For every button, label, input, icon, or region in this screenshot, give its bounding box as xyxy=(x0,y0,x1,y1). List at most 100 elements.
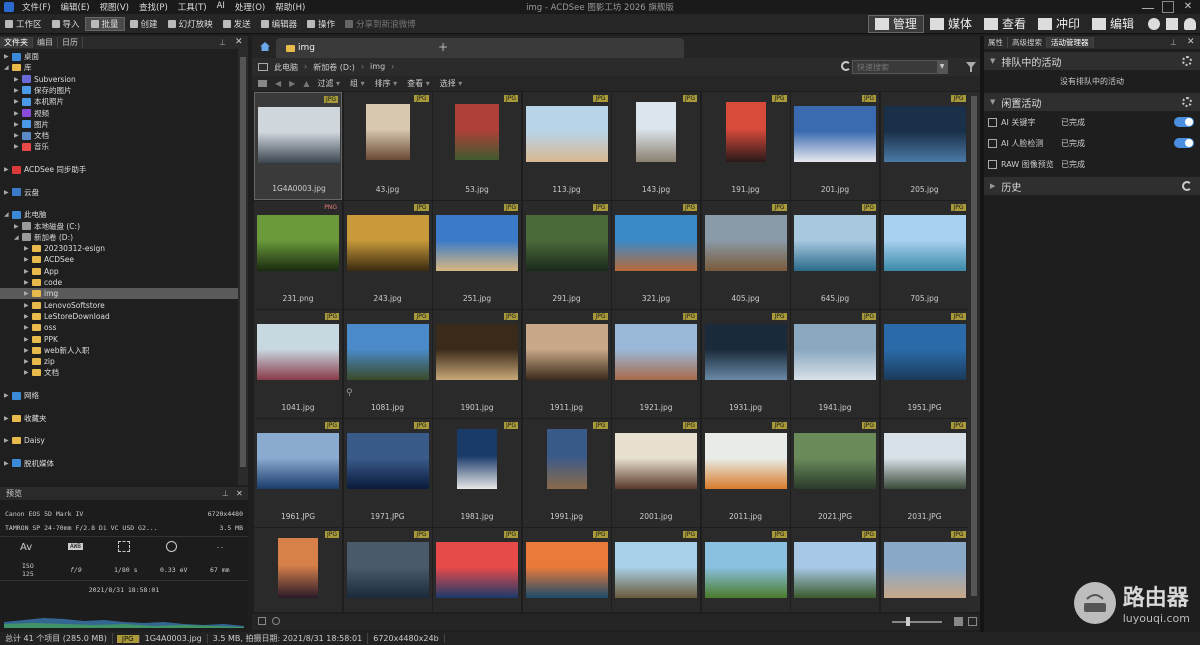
menu-item[interactable]: 编辑(E) xyxy=(56,1,95,13)
tab-img[interactable]: img xyxy=(276,38,684,58)
toolbar-slideshow-button[interactable]: 幻灯放映 xyxy=(163,18,218,30)
tree-item[interactable]: ▶ code xyxy=(0,277,62,288)
mode-tab[interactable]: 编辑 xyxy=(1086,15,1140,33)
tree-item[interactable]: ▶ LeStoreDownload xyxy=(0,311,110,322)
tree-item[interactable]: ▶ Daisy xyxy=(0,435,45,446)
thumbnail-cell[interactable]: JPG 243.jpg xyxy=(343,201,432,309)
gear-icon[interactable] xyxy=(1182,97,1192,107)
tree-item[interactable]: ▶ oss xyxy=(0,322,56,333)
filter-menu[interactable]: 组 ▾ xyxy=(350,78,365,89)
thumbnail-cell[interactable]: JPG 43.jpg xyxy=(343,92,432,200)
left-tab[interactable]: 日历 xyxy=(58,37,83,48)
breadcrumb-item[interactable]: img xyxy=(370,62,385,73)
tree-item[interactable]: ▶ ACDSee xyxy=(0,254,74,265)
thumbnail-cell[interactable]: JPG 2011.jpg xyxy=(701,419,790,527)
left-tab[interactable]: 编目 xyxy=(33,37,58,48)
thumbnail-cell[interactable]: JPG 405.jpg xyxy=(701,201,790,309)
thumbnail-cell[interactable]: JPG 1991.jpg xyxy=(522,419,611,527)
chevron-right-icon[interactable]: ▶ xyxy=(4,460,12,467)
stats-icon[interactable] xyxy=(1166,17,1178,30)
thumbnail-cell[interactable]: JPG 1981.jpg xyxy=(433,419,521,527)
tree-scrollbar[interactable] xyxy=(238,49,248,485)
thumbnail-cell[interactable]: JPG 1921.jpg xyxy=(612,310,700,418)
tree-item[interactable]: ▶ LenovoSoftstore xyxy=(0,300,105,311)
maximize-button[interactable] xyxy=(1162,1,1174,13)
chevron-right-icon[interactable]: ▶ xyxy=(24,256,32,263)
chevron-right-icon[interactable]: ▶ xyxy=(24,369,32,376)
filter-menu[interactable]: 选择 ▾ xyxy=(440,78,463,89)
tree-item[interactable]: ▶ App xyxy=(0,266,59,277)
thumbnail-cell[interactable]: JPG 291.jpg xyxy=(522,201,611,309)
tree-item[interactable]: ▶ Subversion xyxy=(0,74,76,85)
thumbnail-cell[interactable]: JPG 1081.jpg xyxy=(343,310,432,418)
tree-item[interactable]: ▶ 本机照片 xyxy=(0,96,64,107)
toolbar-create-button[interactable]: 创建 xyxy=(125,18,163,30)
thumbnail-cell[interactable]: JPG 1971.JPG xyxy=(343,419,432,527)
thumbnail-cell[interactable]: PNG 231.png xyxy=(254,201,342,309)
toolbar-weibo-button[interactable]: 分享到新浪微博 xyxy=(340,18,421,30)
menu-item[interactable]: 工具(T) xyxy=(173,1,212,13)
rotate-right-icon[interactable] xyxy=(272,617,280,625)
chevron-right-icon[interactable]: ▶ xyxy=(24,336,32,343)
chevron-right-icon[interactable]: ▶ xyxy=(14,121,22,128)
pin-icon[interactable]: ⊥ xyxy=(219,38,226,47)
gear-icon[interactable] xyxy=(1182,56,1192,66)
thumbnail-cell[interactable]: JPG xyxy=(880,528,968,612)
tree-item[interactable]: ▶ 文档 xyxy=(0,367,59,378)
breadcrumb-item[interactable]: 新加卷 (D:) xyxy=(313,62,355,73)
tree-item[interactable]: ▶ ACDSee 同步助手 xyxy=(0,164,86,175)
tree-item[interactable]: ▶ 图片 xyxy=(0,119,49,130)
thumbnail-cell[interactable]: JPG 53.jpg xyxy=(433,92,521,200)
add-tab-button[interactable]: + xyxy=(438,40,448,54)
tree-item[interactable]: ▶ 音乐 xyxy=(0,141,49,152)
close-panel-icon[interactable]: ✕ xyxy=(235,37,243,47)
menu-item[interactable]: 帮助(H) xyxy=(270,1,310,13)
menu-item[interactable]: 查找(P) xyxy=(134,1,173,13)
chevron-right-icon[interactable]: ▶ xyxy=(4,437,12,444)
thumbnail-cell[interactable]: JPG xyxy=(522,528,611,612)
thumbnail-cell[interactable]: JPG 1901.jpg xyxy=(433,310,521,418)
chevron-right-icon[interactable]: ▶ xyxy=(14,98,22,105)
chevron-right-icon[interactable]: ▶ xyxy=(24,268,32,275)
chevron-right-icon[interactable]: ▶ xyxy=(24,347,32,354)
thumbnail-cell[interactable]: JPG 191.jpg xyxy=(701,92,790,200)
tree-item[interactable]: ▶ 桌面 xyxy=(0,51,39,62)
thumbnail-cell[interactable]: JPG 1951.JPG xyxy=(880,310,968,418)
activity-toggle[interactable] xyxy=(1174,138,1194,148)
thumbnail-cell[interactable]: JPG 1941.jpg xyxy=(791,310,879,418)
chevron-down-icon[interactable]: ◢ xyxy=(4,211,12,218)
queue-section-header[interactable]: ▼ 排队中的活动 xyxy=(984,52,1200,70)
tree-item[interactable]: ▶ 保存的图片 xyxy=(0,85,72,96)
breadcrumb-item[interactable]: 此电脑 xyxy=(274,62,298,73)
panel-divider[interactable] xyxy=(980,36,984,632)
pin-icon[interactable]: ⊥ xyxy=(222,489,229,498)
refresh-icon[interactable] xyxy=(841,61,851,71)
chevron-right-icon[interactable]: ▶ xyxy=(24,245,32,252)
refresh-icon[interactable] xyxy=(1182,181,1192,191)
home-icon[interactable] xyxy=(260,42,270,51)
menu-item[interactable]: AI xyxy=(212,1,230,13)
close-panel-icon[interactable]: ✕ xyxy=(236,489,243,498)
filter-menu[interactable]: 排序 ▾ xyxy=(375,78,398,89)
thumbnail-cell[interactable]: JPG xyxy=(343,528,432,612)
zoom-slider[interactable] xyxy=(892,621,942,623)
search-dropdown-icon[interactable]: ▼ xyxy=(937,61,947,73)
tree-item[interactable]: ▶ img xyxy=(0,288,238,300)
chevron-right-icon[interactable]: ▶ xyxy=(24,324,32,331)
filter-menu[interactable]: 过滤 ▾ xyxy=(317,78,340,89)
mode-tab[interactable]: 媒体 xyxy=(924,15,978,33)
toolbar-import-button[interactable]: 导入 xyxy=(47,18,85,30)
rotate-left-icon[interactable] xyxy=(258,617,266,625)
chevron-right-icon[interactable]: ▶ xyxy=(4,392,12,399)
menu-item[interactable]: 视图(V) xyxy=(95,1,134,13)
tree-item[interactable]: ▶ 云盘 xyxy=(0,187,39,198)
back-icon[interactable]: ◀ xyxy=(275,79,281,88)
chevron-right-icon[interactable]: ▶ xyxy=(14,110,22,117)
mode-tab[interactable]: 冲印 xyxy=(1032,15,1086,33)
thumbnail-cell[interactable]: JPG 321.jpg xyxy=(612,201,700,309)
chevron-right-icon[interactable]: ▶ xyxy=(24,313,32,320)
chevron-right-icon[interactable]: ▶ xyxy=(4,53,12,60)
menu-item[interactable]: 文件(F) xyxy=(17,1,56,13)
chevron-right-icon[interactable]: ▶ xyxy=(4,189,12,196)
thumbnail-cell[interactable]: JPG 205.jpg xyxy=(880,92,968,200)
